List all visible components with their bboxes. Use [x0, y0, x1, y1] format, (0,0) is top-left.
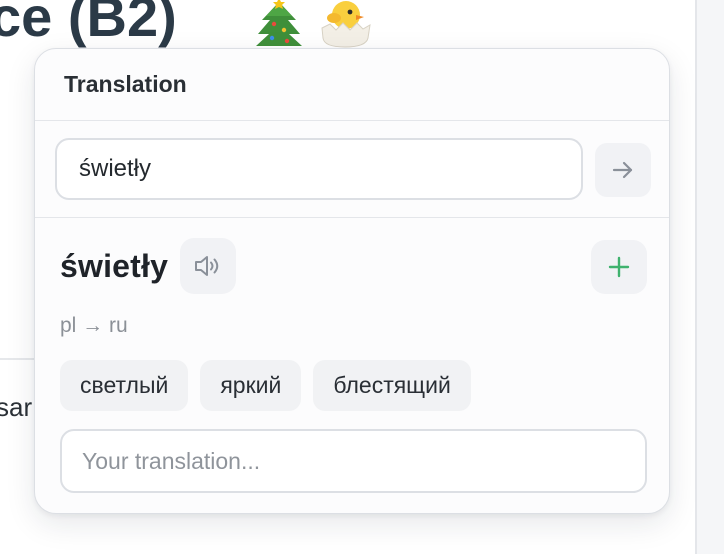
- word-row: świetły: [60, 238, 237, 294]
- hatching-chick-emoji-icon: [321, 1, 371, 48]
- speaker-icon: [195, 256, 219, 276]
- translation-chip[interactable]: яркий: [200, 360, 302, 411]
- background-side-panel: [697, 0, 724, 554]
- translate-submit-button[interactable]: [595, 143, 651, 197]
- search-row: [35, 121, 669, 218]
- background-text-fragment: sar: [0, 392, 33, 422]
- pronounce-button[interactable]: [180, 238, 237, 294]
- page-heading: ce (B2): [0, 0, 177, 48]
- plus-icon: [608, 256, 630, 278]
- popover-header: Translation: [35, 49, 669, 121]
- translation-chip[interactable]: светлый: [60, 360, 189, 411]
- language-pair: pl → ru: [60, 314, 128, 337]
- translation-popover: Translation świetły świetły pl → ru свет…: [34, 48, 670, 514]
- custom-translation-input[interactable]: [60, 429, 647, 493]
- translation-chip[interactable]: блестящий: [313, 360, 471, 411]
- arrow-right-icon: [612, 161, 633, 179]
- translation-result: świetły pl → ru светлый яркий блестящий: [35, 218, 669, 513]
- christmas-tree-emoji-icon: [256, 0, 302, 46]
- search-input[interactable]: [55, 138, 583, 200]
- result-word: świetły: [60, 247, 169, 284]
- add-word-button[interactable]: [591, 240, 647, 294]
- translation-chips: светлый яркий блестящий: [60, 360, 471, 411]
- popover-title: Translation: [64, 71, 187, 97]
